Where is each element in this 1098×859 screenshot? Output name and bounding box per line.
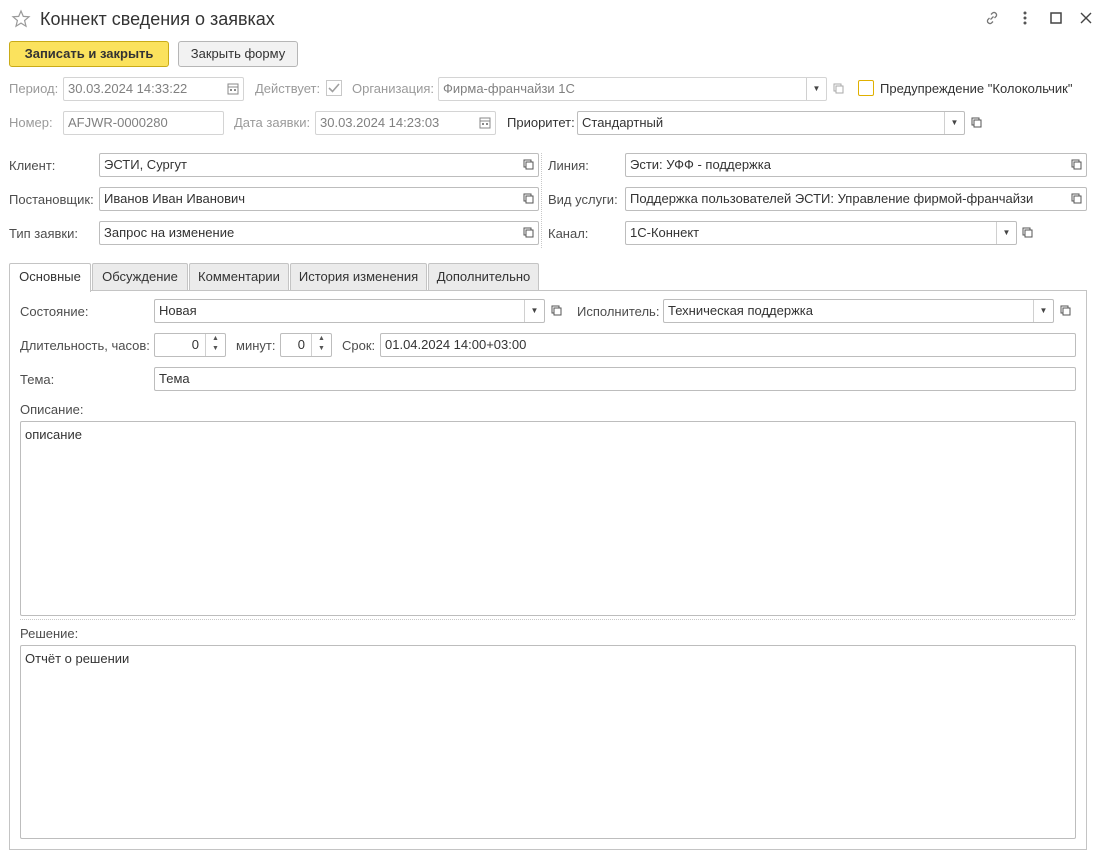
section-separator — [20, 619, 1075, 620]
chevron-down-icon[interactable]: ▼ — [944, 112, 964, 134]
calendar-icon[interactable] — [475, 112, 495, 134]
service-type-field[interactable]: Поддержка пользователей ЭСТИ: Управление… — [625, 187, 1087, 211]
organization-field[interactable]: Фирма-франчайзи 1С ▼ — [438, 77, 827, 101]
open-organization-icon[interactable] — [828, 78, 848, 100]
duration-label: Длительность, часов: — [20, 338, 150, 353]
active-label: Действует: — [255, 81, 321, 96]
window-title: Коннект сведения о заявках — [40, 9, 275, 29]
tab-discussion[interactable]: Обсуждение — [92, 263, 188, 291]
author-field[interactable]: Иванов Иван Иванович — [99, 187, 539, 211]
chevron-down-icon[interactable]: ▼ — [524, 300, 544, 322]
client-label: Клиент: — [9, 158, 56, 173]
close-icon[interactable] — [1078, 10, 1094, 26]
channel-select[interactable]: 1С-Коннект ▼ — [625, 221, 1017, 245]
save-and-close-button[interactable]: Записать и закрыть — [9, 41, 169, 67]
request-date-label: Дата заявки: — [234, 115, 311, 130]
tab-main[interactable]: Основные — [9, 263, 91, 292]
organization-label: Организация: — [352, 81, 435, 96]
topic-label: Тема: — [20, 372, 55, 387]
solution-label: Решение: — [20, 626, 79, 641]
priority-select[interactable]: Стандартный ▼ — [577, 111, 965, 135]
active-checkbox[interactable] — [326, 80, 342, 99]
hours-stepper[interactable]: 0 ▲ ▼ — [154, 333, 226, 357]
description-label: Описание: — [20, 402, 84, 417]
link-icon[interactable] — [984, 10, 1000, 26]
star-icon[interactable] — [11, 9, 31, 29]
open-client-icon[interactable] — [518, 154, 538, 176]
description-textarea[interactable]: описание — [20, 421, 1076, 616]
service-type-label: Вид услуги: — [548, 192, 618, 207]
stepper-arrows-icon[interactable]: ▲ ▼ — [205, 334, 225, 356]
minutes-label: минут: — [236, 338, 276, 353]
request-type-field[interactable]: Запрос на изменение — [99, 221, 539, 245]
calendar-icon[interactable] — [223, 78, 243, 100]
period-label: Период: — [9, 81, 59, 96]
executor-select[interactable]: Техническая поддержка ▼ — [663, 299, 1054, 323]
column-separator — [541, 153, 542, 248]
open-service-type-icon[interactable] — [1066, 188, 1086, 210]
client-field[interactable]: ЭСТИ, Сургут — [99, 153, 539, 177]
executor-label: Исполнитель: — [577, 304, 660, 319]
line-label: Линия: — [548, 158, 589, 173]
open-state-icon[interactable] — [546, 300, 566, 322]
state-select[interactable]: Новая ▼ — [154, 299, 545, 323]
bell-warning-checkbox[interactable] — [858, 80, 874, 96]
open-request-type-icon[interactable] — [518, 222, 538, 244]
tab-history[interactable]: История изменения — [290, 263, 427, 291]
request-date-field[interactable]: 30.03.2024 14:23:03 — [315, 111, 496, 135]
open-executor-icon[interactable] — [1055, 300, 1075, 322]
minutes-stepper[interactable]: 0 ▲ ▼ — [280, 333, 332, 357]
channel-label: Канал: — [548, 226, 589, 241]
bell-warning-label: Предупреждение "Колокольчик" — [880, 81, 1073, 96]
topic-field[interactable]: Тема — [154, 367, 1076, 391]
number-field[interactable]: AFJWR-0000280 — [63, 111, 224, 135]
chevron-down-icon[interactable]: ▼ — [1033, 300, 1053, 322]
open-priority-icon[interactable] — [966, 112, 986, 134]
tab-additional[interactable]: Дополнительно — [428, 263, 539, 291]
deadline-field[interactable]: 01.04.2024 14:00+03:00 — [380, 333, 1076, 357]
stepper-arrows-icon[interactable]: ▲ ▼ — [311, 334, 331, 356]
request-type-label: Тип заявки: — [9, 226, 78, 241]
line-field[interactable]: Эсти: УФФ - поддержка — [625, 153, 1087, 177]
deadline-label: Срок: — [342, 338, 376, 353]
chevron-down-icon[interactable]: ▼ — [806, 78, 826, 100]
close-form-button[interactable]: Закрыть форму — [178, 41, 298, 67]
priority-label: Приоритет: — [507, 115, 575, 130]
state-label: Состояние: — [20, 304, 89, 319]
maximize-icon[interactable] — [1048, 10, 1064, 26]
period-field[interactable]: 30.03.2024 14:33:22 — [63, 77, 244, 101]
solution-textarea[interactable]: Отчёт о решении — [20, 645, 1076, 839]
more-icon[interactable] — [1017, 10, 1033, 26]
open-channel-icon[interactable] — [1017, 222, 1037, 244]
open-author-icon[interactable] — [518, 188, 538, 210]
chevron-down-icon[interactable]: ▼ — [996, 222, 1016, 244]
open-line-icon[interactable] — [1066, 154, 1086, 176]
author-label: Постановщик: — [9, 192, 94, 207]
number-label: Номер: — [9, 115, 53, 130]
tab-comments[interactable]: Комментарии — [189, 263, 289, 291]
